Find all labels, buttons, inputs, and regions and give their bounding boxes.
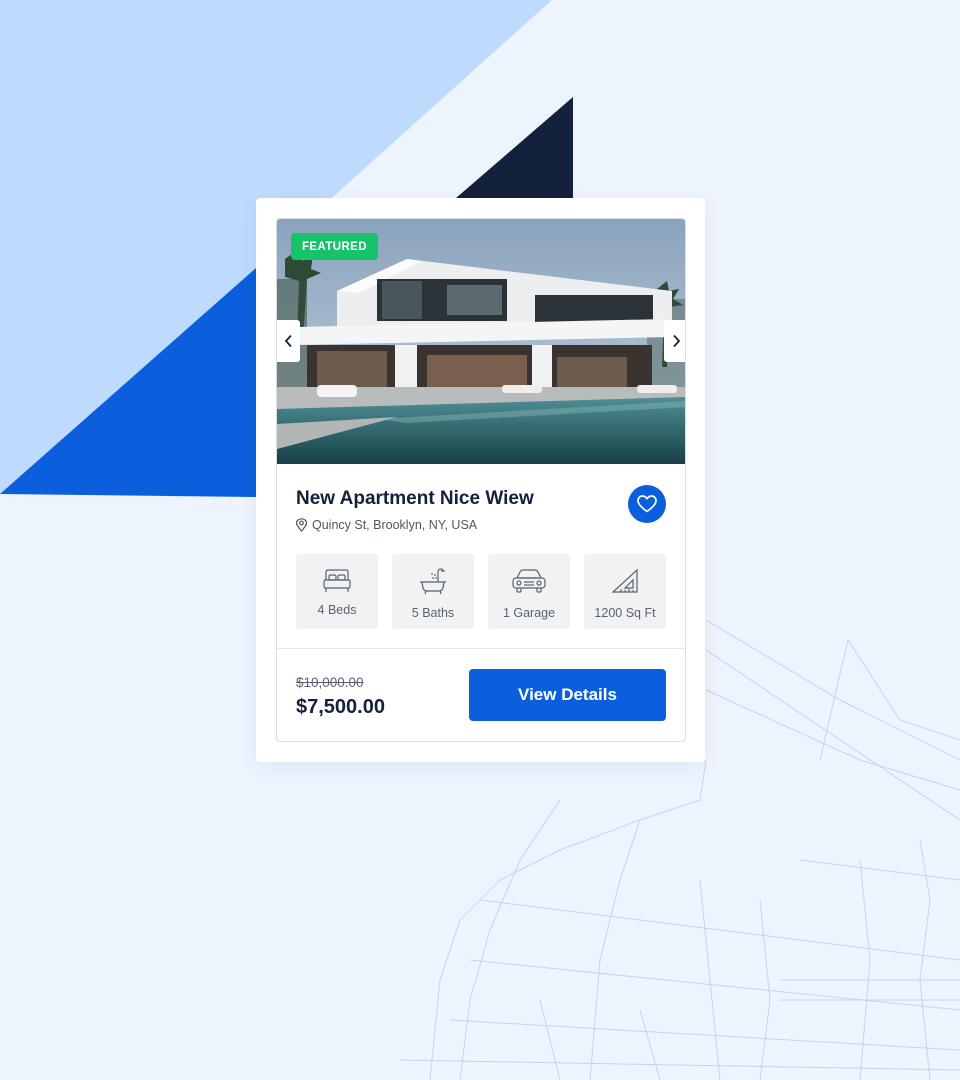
feature-label: 1200 Sq Ft <box>594 606 656 620</box>
chevron-right-icon <box>672 334 680 348</box>
current-price: $7,500.00 <box>296 696 385 718</box>
feature-garage: 1 Garage <box>488 554 570 629</box>
feature-label: 1 Garage <box>502 606 556 620</box>
bathtub-icon <box>420 568 446 595</box>
location-text: Quincy St, Brooklyn, NY, USA <box>312 518 478 532</box>
heart-icon <box>637 495 657 513</box>
original-price: $10,000.00 <box>296 675 364 690</box>
listing-card: FEATURED New Apartment Nice Wiew Quincy … <box>276 218 686 742</box>
favorite-button[interactable] <box>628 485 666 523</box>
feature-baths: 5 Baths <box>392 554 474 629</box>
listing-card-container: FEATURED New Apartment Nice Wiew Quincy … <box>256 198 705 762</box>
next-image-button[interactable] <box>664 320 685 362</box>
listing-location: Quincy St, Brooklyn, NY, USA <box>295 518 477 532</box>
listing-title: New Apartment Nice Wiew <box>296 488 534 509</box>
bed-icon <box>323 569 351 592</box>
prev-image-button[interactable] <box>277 320 300 362</box>
chevron-left-icon <box>284 334 292 348</box>
featured-badge: FEATURED <box>291 233 378 260</box>
feature-label: 5 Baths <box>411 606 455 620</box>
divider <box>277 648 685 649</box>
feature-label: 4 Beds <box>317 603 357 617</box>
feature-beds: 4 Beds <box>296 554 378 629</box>
car-icon <box>512 569 546 593</box>
feature-list: 4 Beds 5 Baths 1 Garage 1200 Sq Ft <box>296 554 667 629</box>
feature-area: 1200 Sq Ft <box>584 554 666 629</box>
property-photo: FEATURED <box>277 219 685 464</box>
ruler-triangle-icon <box>611 568 638 593</box>
map-pin-icon <box>295 518 308 532</box>
view-details-button[interactable]: View Details <box>469 669 666 721</box>
